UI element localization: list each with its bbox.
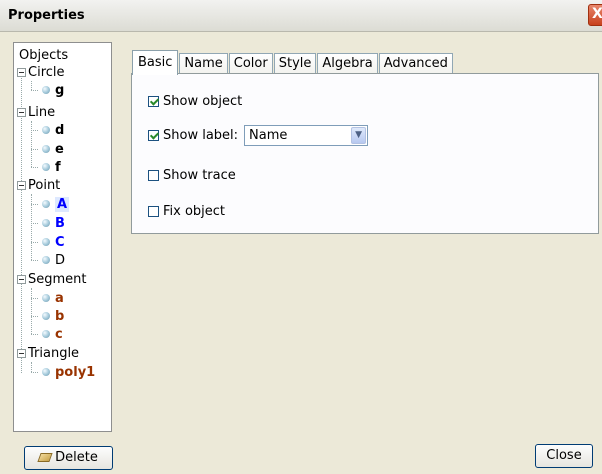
- show-label-checkbox[interactable]: [148, 130, 159, 141]
- collapse-icon[interactable]: [17, 67, 26, 77]
- object-tree[interactable]: Objects Circle g Line d e f Point A B C …: [13, 42, 112, 432]
- fix-object-label: Fix object: [163, 204, 226, 219]
- tree-item-A[interactable]: A: [42, 195, 70, 213]
- tree-item-e[interactable]: e: [42, 140, 64, 158]
- object-visible-icon: [42, 163, 50, 171]
- close-button[interactable]: Close: [535, 444, 593, 468]
- fix-object-checkbox[interactable]: [148, 206, 159, 217]
- tree-item-b[interactable]: b: [42, 307, 64, 325]
- basic-tab-panel: Show object Show label: Name ▼ Show trac…: [131, 73, 599, 234]
- tab-basic[interactable]: Basic: [132, 50, 179, 75]
- tree-category-label: Circle: [28, 64, 65, 80]
- tree-item-C[interactable]: C: [42, 233, 65, 251]
- object-visible-icon: [42, 368, 50, 376]
- object-visible-icon: [42, 238, 50, 246]
- tree-category-label: Line: [28, 104, 56, 120]
- object-visible-icon: [42, 219, 50, 227]
- tab-algebra[interactable]: Algebra: [317, 53, 378, 74]
- label-mode-value: Name: [249, 128, 288, 143]
- show-object-row[interactable]: Show object: [148, 94, 242, 109]
- eraser-icon: [37, 453, 53, 462]
- tree-category-triangle[interactable]: Triangle: [17, 344, 79, 362]
- tab-color[interactable]: Color: [228, 53, 273, 74]
- show-label-label: Show label:: [163, 128, 239, 143]
- show-label-row: Show label: Name ▼: [148, 125, 369, 146]
- delete-label: Delete: [55, 450, 98, 465]
- tree-root-objects: Objects: [19, 48, 69, 63]
- tab-style[interactable]: Style: [273, 53, 317, 74]
- tree-item-B[interactable]: B: [42, 214, 65, 232]
- collapse-icon[interactable]: [17, 107, 26, 117]
- tab-name[interactable]: Name: [179, 53, 228, 74]
- tree-category-label: Triangle: [28, 345, 80, 361]
- label-mode-select[interactable]: Name ▼: [244, 125, 369, 146]
- collapse-icon[interactable]: [17, 348, 26, 358]
- show-trace-label: Show trace: [163, 168, 236, 183]
- object-visible-icon: [42, 312, 50, 320]
- properties-tabs: Basic Name Color Style Algebra Advanced: [132, 50, 454, 75]
- object-visible-icon: [42, 200, 50, 208]
- object-visible-icon: [42, 126, 50, 134]
- window-close-icon[interactable]: X: [588, 4, 602, 26]
- properties-dialog: Properties X Objects Circle g Line d e f…: [0, 0, 602, 474]
- tab-advanced[interactable]: Advanced: [378, 53, 453, 74]
- tree-category-circle[interactable]: Circle: [17, 63, 65, 81]
- object-visible-icon: [42, 256, 50, 264]
- fix-object-row[interactable]: Fix object: [148, 204, 225, 219]
- collapse-icon[interactable]: [17, 180, 26, 190]
- show-trace-row[interactable]: Show trace: [148, 168, 236, 183]
- tree-item-d[interactable]: d: [42, 121, 64, 139]
- tree-category-label: Segment: [28, 271, 87, 287]
- tree-item-poly1[interactable]: poly1: [42, 363, 95, 381]
- title-bar: Properties X: [0, 0, 602, 32]
- tree-category-label: Point: [28, 177, 61, 193]
- object-visible-icon: [42, 145, 50, 153]
- object-visible-icon: [42, 86, 50, 94]
- window-title: Properties: [8, 8, 85, 23]
- object-visible-icon: [42, 330, 50, 338]
- tree-item-f[interactable]: f: [42, 158, 61, 176]
- tree-category-point[interactable]: Point: [17, 176, 60, 194]
- chevron-down-icon[interactable]: ▼: [351, 127, 367, 144]
- delete-button[interactable]: Delete: [24, 446, 113, 470]
- tree-item-D[interactable]: D: [42, 251, 65, 269]
- tree-item-c[interactable]: c: [42, 325, 63, 343]
- tree-item-a[interactable]: a: [42, 289, 64, 307]
- show-trace-checkbox[interactable]: [148, 170, 159, 181]
- show-object-checkbox[interactable]: [148, 96, 159, 107]
- tree-category-segment[interactable]: Segment: [17, 270, 87, 288]
- object-visible-icon: [42, 294, 50, 302]
- tree-category-line[interactable]: Line: [17, 103, 55, 121]
- tree-item-g[interactable]: g: [42, 81, 64, 99]
- collapse-icon[interactable]: [17, 274, 26, 284]
- show-object-label: Show object: [163, 94, 243, 109]
